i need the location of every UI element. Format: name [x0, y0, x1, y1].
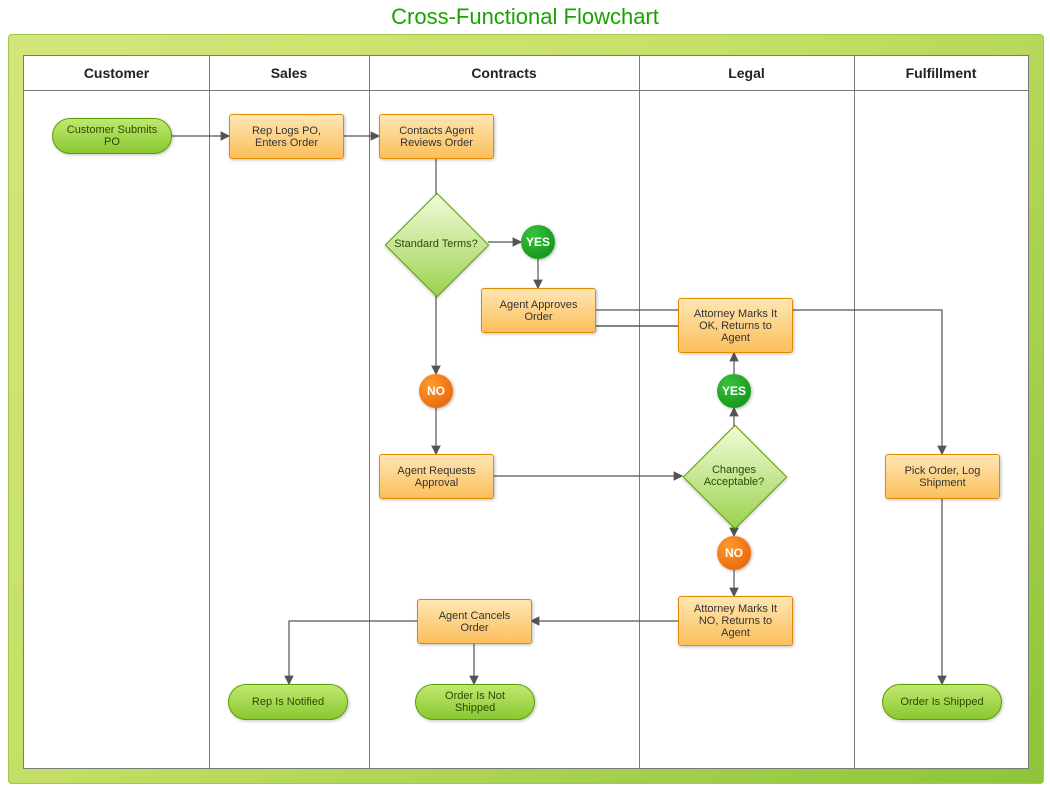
terminator-order-not-shipped: Order Is Not Shipped	[415, 684, 535, 720]
terminator-customer-submits: Customer Submits PO	[52, 118, 172, 154]
process-contacts-agent: Contacts Agent Reviews Order	[379, 114, 494, 159]
process-attorney-no: Attorney Marks It NO, Returns to Agent	[678, 596, 793, 646]
badge-yes-1: YES	[521, 225, 555, 259]
decision-standard-terms: Standard Terms?	[400, 208, 472, 280]
badge-yes-2: YES	[717, 374, 751, 408]
lane-divider	[639, 56, 640, 768]
lane-header-sales: Sales	[209, 56, 369, 91]
process-agent-approves: Agent Approves Order	[481, 288, 596, 333]
lane-header-legal: Legal	[639, 56, 854, 91]
swimlane-panel: Customer Sales Contracts Legal Fulfillme…	[23, 55, 1029, 769]
lane-header-fulfillment: Fulfillment	[854, 56, 1028, 91]
header-divider	[24, 90, 1028, 91]
lane-divider	[369, 56, 370, 768]
terminator-order-shipped: Order Is Shipped	[882, 684, 1002, 720]
lane-divider	[854, 56, 855, 768]
process-agent-cancels: Agent Cancels Order	[417, 599, 532, 644]
terminator-rep-notified: Rep Is Notified	[228, 684, 348, 720]
badge-no-2: NO	[717, 536, 751, 570]
lane-divider	[209, 56, 210, 768]
process-agent-requests: Agent Requests Approval	[379, 454, 494, 499]
process-rep-logs: Rep Logs PO, Enters Order	[229, 114, 344, 159]
process-pick-order: Pick Order, Log Shipment	[885, 454, 1000, 499]
connectors	[24, 56, 1028, 768]
lane-header-contracts: Contracts	[369, 56, 639, 91]
process-attorney-ok: Attorney Marks It OK, Returns to Agent	[678, 298, 793, 353]
diagram-title: Cross-Functional Flowchart	[0, 4, 1050, 30]
badge-no-1: NO	[419, 374, 453, 408]
decision-changes-acceptable: Changes Acceptable?	[698, 440, 770, 512]
lane-header-customer: Customer	[24, 56, 209, 91]
